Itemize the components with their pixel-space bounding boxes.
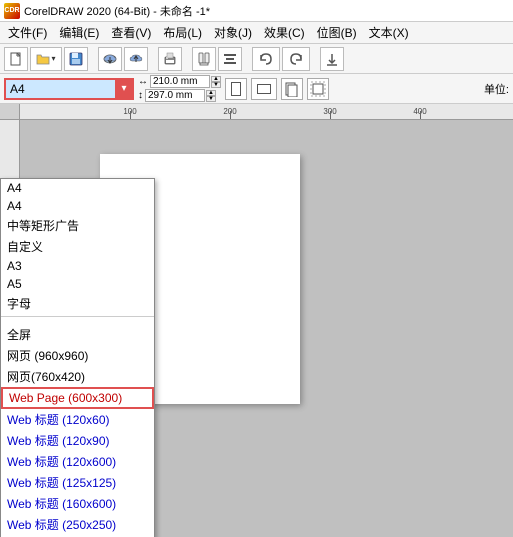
- toolbar: ▾: [0, 44, 513, 74]
- dropdown-item-web-250x250[interactable]: Web 标题 (250x250): [1, 514, 154, 535]
- dropdown-item-a5[interactable]: A5: [1, 275, 154, 293]
- dropdown-item-web-120x600[interactable]: Web 标题 (120x600): [1, 451, 154, 472]
- dropdown-item-web-960[interactable]: 网页 (960x960): [1, 345, 154, 366]
- ruler-tick-200: [230, 111, 231, 119]
- cut-button[interactable]: [192, 47, 216, 71]
- align-button[interactable]: [218, 47, 242, 71]
- dropdown-item-fullscreen[interactable]: 全屏: [1, 324, 154, 345]
- download-button[interactable]: [320, 47, 344, 71]
- page-size-dropdown[interactable]: ▾: [4, 78, 134, 100]
- height-input[interactable]: [145, 89, 205, 102]
- app-icon: CDR: [4, 3, 20, 19]
- dropdown-item-a4-1[interactable]: A4: [1, 179, 154, 197]
- menu-layout[interactable]: 布局(L): [157, 22, 208, 43]
- width-down[interactable]: ▼: [211, 82, 221, 88]
- title-bar: CDR CorelDRAW 2020 (64-Bit) - 未命名 -1*: [0, 0, 513, 22]
- dropdown-item-web-760[interactable]: 网页(760x420): [1, 366, 154, 387]
- canvas-area: 100 200 300 400 A4 A4 中等矩形广告 自定义 A3 A5 字…: [0, 104, 513, 537]
- print-button[interactable]: [158, 47, 182, 71]
- menu-file[interactable]: 文件(F): [2, 22, 53, 43]
- pages-button[interactable]: [281, 78, 303, 100]
- bleed-button[interactable]: [307, 78, 329, 100]
- redo-button[interactable]: [282, 47, 310, 71]
- undo-button[interactable]: [252, 47, 280, 71]
- width-spinners: ▲ ▼: [211, 76, 221, 88]
- width-input[interactable]: [150, 75, 210, 88]
- dropdown-separator: [1, 316, 154, 322]
- height-icon: ↕: [138, 90, 143, 101]
- open-button[interactable]: ▾: [30, 47, 62, 71]
- menu-object[interactable]: 对象(J): [208, 22, 258, 43]
- width-icon: ↔: [138, 76, 148, 87]
- height-down[interactable]: ▼: [206, 96, 216, 102]
- dropdown-item-letter[interactable]: 字母: [1, 293, 154, 314]
- dropdown-item-web-120x60[interactable]: Web 标题 (120x60): [1, 409, 154, 430]
- ruler-corner: [0, 104, 20, 120]
- landscape-button[interactable]: [251, 78, 277, 100]
- menu-text[interactable]: 文本(X): [363, 22, 415, 43]
- width-group: ↔ ▲ ▼: [138, 75, 221, 88]
- ruler-tick-400: [420, 111, 421, 119]
- new-button[interactable]: [4, 47, 28, 71]
- property-bar: ▾ ↔ ▲ ▼ ↕ ▲ ▼ 单位: [0, 74, 513, 104]
- menu-bitmap[interactable]: 位图(B): [311, 22, 363, 43]
- ruler-tick-100: [130, 111, 131, 119]
- title-bar-text: CorelDRAW 2020 (64-Bit) - 未命名 -1*: [24, 3, 210, 19]
- dropdown-item-web-600[interactable]: Web Page (600x300): [1, 387, 154, 409]
- dropdown-item-web-125x125[interactable]: Web 标题 (125x125): [1, 472, 154, 493]
- export-button[interactable]: [124, 47, 148, 71]
- menu-bar: 文件(F) 编辑(E) 查看(V) 布局(L) 对象(J) 效果(C) 位图(B…: [0, 22, 513, 44]
- portrait-button[interactable]: [225, 78, 247, 100]
- dropdown-item-custom[interactable]: 自定义: [1, 236, 154, 257]
- ruler-tick-300: [330, 111, 331, 119]
- height-spinners: ▲ ▼: [206, 90, 216, 102]
- landscape-icon: [257, 84, 271, 94]
- unit-label: 单位:: [484, 81, 509, 97]
- dropdown-item-web-160x600[interactable]: Web 标题 (160x600): [1, 493, 154, 514]
- save-button[interactable]: [64, 47, 88, 71]
- dropdown-item-a4-2[interactable]: A4: [1, 197, 154, 215]
- height-group: ↕ ▲ ▼: [138, 89, 221, 102]
- menu-effects[interactable]: 效果(C): [258, 22, 311, 43]
- dropdown-item-a3[interactable]: A3: [1, 257, 154, 275]
- menu-edit[interactable]: 编辑(E): [53, 22, 105, 43]
- dropdown-item-medium-rect[interactable]: 中等矩形广告: [1, 215, 154, 236]
- ruler-top: 100 200 300 400: [20, 104, 513, 120]
- page-size-dropdown-list[interactable]: A4 A4 中等矩形广告 自定义 A3 A5 字母 全屏 网页 (960x960…: [0, 178, 155, 537]
- page-size-input[interactable]: [4, 78, 134, 100]
- portrait-icon: [231, 82, 241, 96]
- menu-view[interactable]: 查看(V): [105, 22, 157, 43]
- import-button[interactable]: [98, 47, 122, 71]
- dimension-group: ↔ ▲ ▼ ↕ ▲ ▼: [138, 75, 221, 102]
- dropdown-item-web-120x90[interactable]: Web 标题 (120x90): [1, 430, 154, 451]
